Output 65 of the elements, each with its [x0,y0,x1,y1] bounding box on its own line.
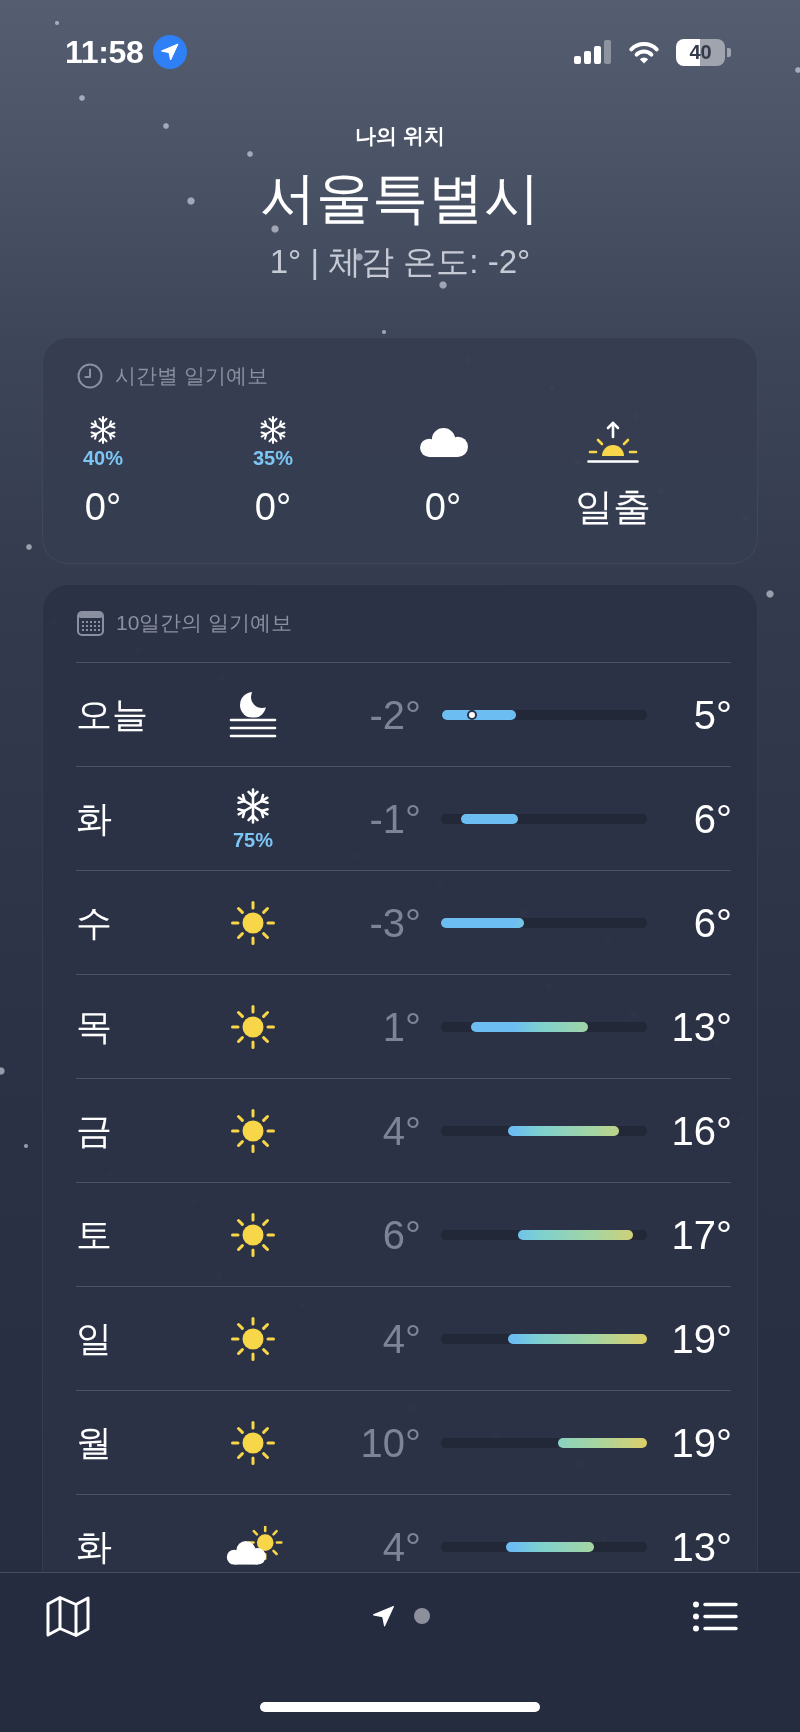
signal-icon [574,40,612,64]
low-temperature: 1° [382,1003,421,1050]
high-temperature: 5° [693,691,732,738]
day-label: 수 [76,900,112,945]
day-label: 화 [76,1524,112,1569]
high-temperature: 6° [693,899,732,946]
sunrise-icon [587,420,639,464]
sun-icon [231,1108,275,1153]
low-temperature: 10° [360,1419,421,1466]
card-title: 10일간의 일기예보 [116,610,293,636]
day-label: 월 [76,1420,112,1465]
sun-icon [231,1316,275,1361]
high-temperature: 13° [671,1003,732,1050]
status-time: 11:58 [65,34,144,70]
clock-icon [77,363,103,389]
sun-icon [231,900,275,945]
sun-icon [231,1420,275,1465]
location-label: 나의 위치 [355,124,445,148]
card-title: 시간별 일기예보 [115,363,268,389]
sun-icon [231,1212,275,1257]
battery-indicator: 40 [676,38,725,66]
list-button[interactable] [693,1600,738,1632]
list-icon [693,1600,738,1632]
precipitation-chance: 35% [253,447,293,469]
hourly-value: 0° [254,486,292,528]
day-label: 토 [76,1212,112,1257]
page-dot[interactable] [413,1608,430,1624]
low-temperature: -3° [369,899,421,946]
location-icon [152,35,187,69]
cloud-icon [418,426,468,458]
snowflake-icon [234,786,272,825]
precipitation-chance: 75% [233,828,273,851]
snowflake-icon [88,415,118,445]
wifi-icon [627,40,661,64]
moon-fog-icon [229,691,277,738]
day-label: 목 [76,1004,112,1049]
city-name: 서울특별시 [260,166,540,230]
high-temperature: 17° [671,1211,732,1258]
day-label: 일 [76,1316,112,1361]
low-temperature: 4° [382,1107,421,1154]
low-temperature: -2° [369,691,421,738]
map-icon [45,1594,91,1638]
calendar-icon [77,610,104,636]
map-button[interactable] [45,1594,91,1638]
high-temperature: 19° [671,1419,732,1466]
low-temperature: 6° [382,1211,421,1258]
low-temperature: -1° [369,795,421,842]
high-temperature: 16° [671,1107,732,1154]
high-temperature: 13° [671,1523,732,1570]
day-label: 화 [76,796,112,841]
battery-tip [727,47,731,57]
hourly-value: 0° [424,486,462,528]
hourly-value: 0° [84,486,122,528]
snowflake-icon [258,415,288,445]
day-label: 금 [76,1108,112,1153]
day-label: 오늘 [76,692,148,737]
current-conditions: 1° | 체감 온도: -2° [269,242,531,282]
high-temperature: 6° [693,795,732,842]
low-temperature: 4° [382,1523,421,1570]
high-temperature: 19° [671,1315,732,1362]
sun-icon [231,1004,275,1049]
location-page-icon[interactable] [372,1605,394,1627]
precipitation-chance: 40% [83,447,123,469]
low-temperature: 4° [382,1315,421,1362]
hourly-value: 일출 [575,486,651,528]
